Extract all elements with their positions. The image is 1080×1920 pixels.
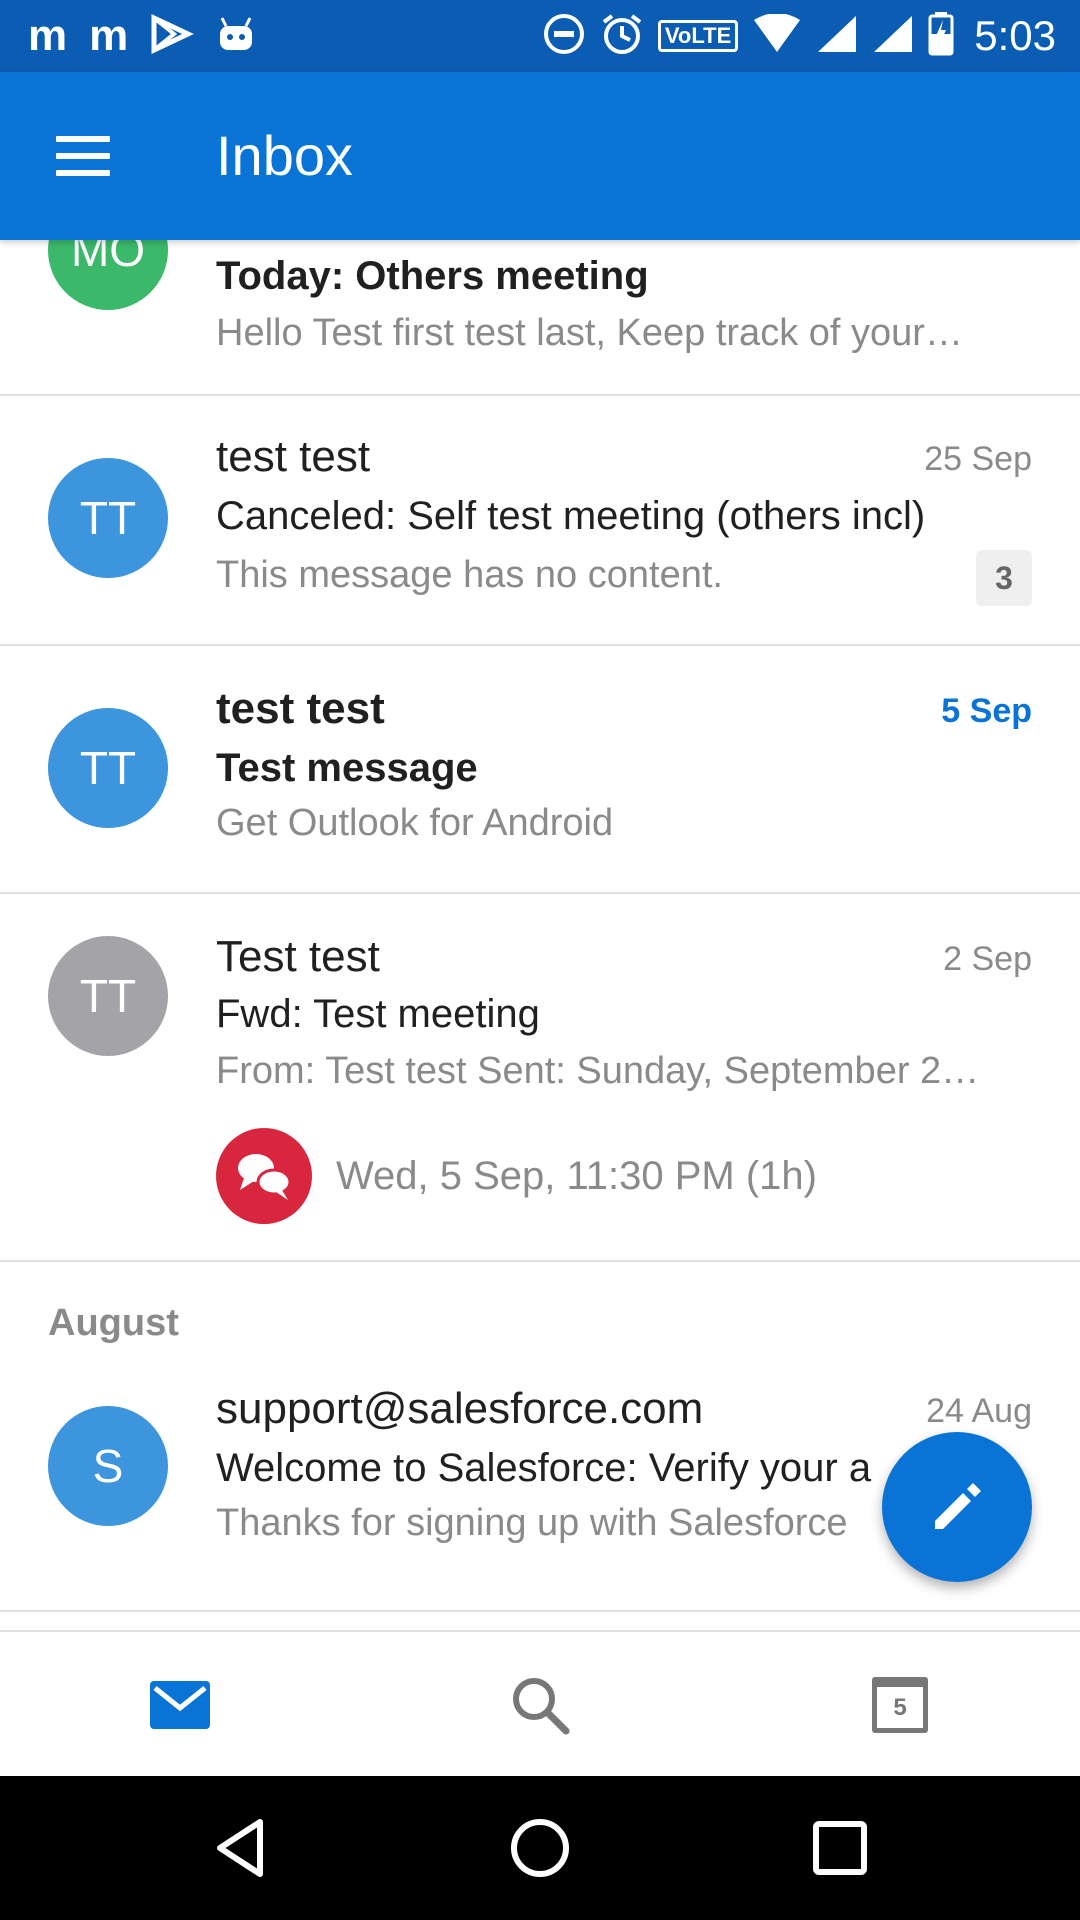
message-sender: support@salesforce.com	[216, 1384, 704, 1433]
home-icon	[511, 1819, 569, 1877]
avatar: TT	[48, 708, 168, 828]
message-sender: test test	[216, 684, 385, 733]
home-button[interactable]	[460, 1776, 620, 1920]
avatar: S	[48, 1406, 168, 1526]
recents-icon	[813, 1821, 867, 1875]
back-icon	[217, 1819, 263, 1877]
mail-icon	[150, 1681, 210, 1729]
notification-m-icon: m	[28, 11, 68, 60]
message-sender: Test test	[216, 932, 380, 981]
message-row[interactable]: TT test test 5 Sep Test message Get Outl…	[0, 646, 1080, 894]
nav-calendar-button[interactable]: 5	[800, 1632, 1000, 1778]
pencil-icon	[935, 1483, 981, 1529]
calendar-icon: 5	[872, 1677, 928, 1733]
android-icon	[216, 14, 256, 59]
message-date: 2 Sep	[943, 940, 1032, 978]
message-preview: This message has no content.	[216, 554, 723, 596]
status-bar: m m VoLTE 5:03	[0, 0, 1080, 72]
message-row[interactable]: TT Test test 2 Sep Fwd: Test meeting Fro…	[0, 894, 1080, 1262]
message-preview: Hello Test first test last, Keep track o…	[216, 312, 963, 354]
bottom-nav: 5	[0, 1630, 1080, 1776]
status-time: 5:03	[974, 12, 1056, 59]
alarm-icon	[600, 12, 644, 61]
avatar: MO	[48, 240, 168, 310]
message-subject: Canceled: Self test meeting (others incl…	[216, 494, 926, 538]
avatar: TT	[48, 458, 168, 578]
signal-icon	[816, 14, 858, 59]
message-date: 5 Sep	[941, 692, 1032, 730]
app-bar: Inbox	[0, 72, 1080, 240]
notification-m-icon: m	[89, 11, 129, 60]
section-header: August	[48, 1302, 179, 1344]
nav-search-button[interactable]	[440, 1632, 640, 1778]
message-list[interactable]: MO Today: Others meeting Hello Test firs…	[0, 240, 1080, 1630]
message-sender: test test	[216, 432, 371, 481]
avatar: TT	[48, 936, 168, 1056]
nav-mail-button[interactable]	[80, 1632, 280, 1778]
meeting-chat-icon	[216, 1128, 312, 1224]
do-not-disturb-icon	[542, 12, 586, 61]
recents-button[interactable]	[760, 1776, 920, 1920]
status-bar-right: VoLTE 5:03	[542, 0, 1056, 72]
message-row[interactable]: MO Today: Others meeting Hello Test firs…	[0, 240, 1080, 396]
volte-badge: VoLTE	[657, 20, 739, 52]
signal-icon	[872, 14, 914, 59]
page-title: Inbox	[216, 124, 353, 187]
event-time: Wed, 5 Sep, 11:30 PM (1h)	[336, 1154, 817, 1198]
message-subject: Today: Others meeting	[216, 254, 649, 298]
compose-button[interactable]	[882, 1432, 1032, 1582]
thread-count-badge: 3	[976, 550, 1032, 606]
search-icon	[513, 1678, 570, 1735]
message-subject: Fwd: Test meeting	[216, 992, 540, 1036]
message-preview: From: Test test Sent: Sunday, September …	[216, 1050, 980, 1092]
message-date: 24 Aug	[926, 1392, 1032, 1430]
status-bar-left: m m	[28, 0, 256, 72]
message-date: 25 Sep	[924, 440, 1032, 478]
battery-charging-icon	[928, 11, 954, 61]
back-button[interactable]	[160, 1776, 320, 1920]
system-nav-bar	[0, 1776, 1080, 1920]
play-store-icon	[150, 13, 195, 59]
calendar-day: 5	[893, 1693, 907, 1721]
message-row[interactable]: TT test test 25 Sep Canceled: Self test …	[0, 396, 1080, 646]
wifi-icon	[752, 12, 802, 59]
message-preview: Get Outlook for Android	[216, 802, 614, 844]
message-subject: Test message	[216, 746, 478, 790]
hamburger-menu-icon[interactable]	[50, 128, 110, 184]
